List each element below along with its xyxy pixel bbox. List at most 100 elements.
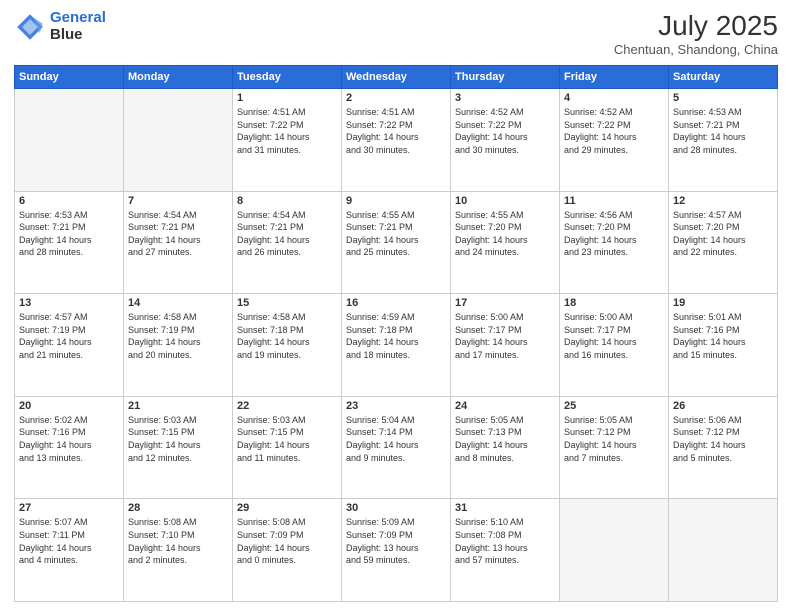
day-info: Sunrise: 5:03 AM Sunset: 7:15 PM Dayligh… [128,414,228,464]
day-number: 24 [455,400,555,412]
calendar-cell: 28 Sunrise: 5:08 AM Sunset: 7:10 PM Dayli… [124,499,233,602]
day-number: 30 [346,502,446,514]
calendar-cell: 26 Sunrise: 5:06 AM Sunset: 7:12 PM Dayli… [669,396,778,499]
day-number: 4 [564,92,664,104]
calendar-cell: 13 Sunrise: 4:57 AM Sunset: 7:19 PM Dayli… [15,294,124,397]
day-info: Sunrise: 4:55 AM Sunset: 7:21 PM Dayligh… [346,209,446,259]
day-number: 31 [455,502,555,514]
day-number: 14 [128,297,228,309]
day-number: 21 [128,400,228,412]
day-info: Sunrise: 4:55 AM Sunset: 7:20 PM Dayligh… [455,209,555,259]
day-number: 18 [564,297,664,309]
day-info: Sunrise: 4:51 AM Sunset: 7:22 PM Dayligh… [346,106,446,156]
calendar-cell: 6Sunrise: 4:53 AM Sunset: 7:21 PM Daylig… [15,191,124,294]
day-info: Sunrise: 4:58 AM Sunset: 7:18 PM Dayligh… [237,311,337,361]
calendar-cell: 27 Sunrise: 5:07 AM Sunset: 7:11 PM Dayli… [15,499,124,602]
day-info: Sunrise: 5:05 AM Sunset: 7:12 PM Dayligh… [564,414,664,464]
day-info: Sunrise: 4:54 AM Sunset: 7:21 PM Dayligh… [237,209,337,259]
day-number: 10 [455,195,555,207]
day-number: 16 [346,297,446,309]
day-number: 27 [19,502,119,514]
calendar-week-1: 6Sunrise: 4:53 AM Sunset: 7:21 PM Daylig… [15,191,778,294]
calendar-cell: 7 Sunrise: 4:54 AM Sunset: 7:21 PM Daylig… [124,191,233,294]
day-info: Sunrise: 4:51 AM Sunset: 7:22 PM Dayligh… [237,106,337,156]
calendar-cell: 31 Sunrise: 5:10 AM Sunset: 7:08 PM Dayli… [451,499,560,602]
calendar-week-4: 27 Sunrise: 5:07 AM Sunset: 7:11 PM Dayli… [15,499,778,602]
day-info: Sunrise: 5:08 AM Sunset: 7:10 PM Dayligh… [128,516,228,566]
calendar-cell: 4Sunrise: 4:52 AM Sunset: 7:22 PM Daylig… [560,89,669,192]
calendar-cell: 18 Sunrise: 5:00 AM Sunset: 7:17 PM Dayli… [560,294,669,397]
calendar-cell: 10 Sunrise: 4:55 AM Sunset: 7:20 PM Dayli… [451,191,560,294]
day-number: 19 [673,297,773,309]
day-number: 25 [564,400,664,412]
calendar-cell: 29Sunrise: 5:08 AM Sunset: 7:09 PM Dayli… [233,499,342,602]
calendar-header-saturday: Saturday [669,66,778,89]
calendar-week-0: 1 Sunrise: 4:51 AM Sunset: 7:22 PM Daylig… [15,89,778,192]
day-number: 15 [237,297,337,309]
day-number: 17 [455,297,555,309]
calendar-cell: 22 Sunrise: 5:03 AM Sunset: 7:15 PM Dayli… [233,396,342,499]
calendar-header-monday: Monday [124,66,233,89]
calendar-cell [560,499,669,602]
calendar-header-wednesday: Wednesday [342,66,451,89]
page: General Blue July 2025 Chentuan, Shandon… [0,0,792,612]
day-number: 9 [346,195,446,207]
calendar-cell: 25 Sunrise: 5:05 AM Sunset: 7:12 PM Dayli… [560,396,669,499]
day-info: Sunrise: 5:04 AM Sunset: 7:14 PM Dayligh… [346,414,446,464]
calendar-header-thursday: Thursday [451,66,560,89]
day-number: 5 [673,92,773,104]
day-number: 7 [128,195,228,207]
day-info: Sunrise: 5:03 AM Sunset: 7:15 PM Dayligh… [237,414,337,464]
calendar-cell: 20 Sunrise: 5:02 AM Sunset: 7:16 PM Dayli… [15,396,124,499]
calendar-cell: 19 Sunrise: 5:01 AM Sunset: 7:16 PM Dayli… [669,294,778,397]
calendar-cell [124,89,233,192]
calendar-week-3: 20 Sunrise: 5:02 AM Sunset: 7:16 PM Dayli… [15,396,778,499]
day-number: 28 [128,502,228,514]
day-info: Sunrise: 4:56 AM Sunset: 7:20 PM Dayligh… [564,209,664,259]
day-number: 26 [673,400,773,412]
day-info: Sunrise: 4:58 AM Sunset: 7:19 PM Dayligh… [128,311,228,361]
calendar-cell: 1 Sunrise: 4:51 AM Sunset: 7:22 PM Daylig… [233,89,342,192]
calendar-cell: 23Sunrise: 5:04 AM Sunset: 7:14 PM Dayli… [342,396,451,499]
day-info: Sunrise: 5:07 AM Sunset: 7:11 PM Dayligh… [19,516,119,566]
day-info: Sunrise: 5:02 AM Sunset: 7:16 PM Dayligh… [19,414,119,464]
calendar-header-friday: Friday [560,66,669,89]
logo-text: General Blue [50,10,106,43]
calendar-week-2: 13 Sunrise: 4:57 AM Sunset: 7:19 PM Dayli… [15,294,778,397]
day-number: 2 [346,92,446,104]
day-number: 12 [673,195,773,207]
calendar-table: SundayMondayTuesdayWednesdayThursdayFrid… [14,65,778,602]
day-info: Sunrise: 5:09 AM Sunset: 7:09 PM Dayligh… [346,516,446,566]
calendar-cell: 5Sunrise: 4:53 AM Sunset: 7:21 PM Daylig… [669,89,778,192]
logo-icon [14,11,46,43]
day-info: Sunrise: 5:08 AM Sunset: 7:09 PM Dayligh… [237,516,337,566]
calendar-cell: 16 Sunrise: 4:59 AM Sunset: 7:18 PM Dayli… [342,294,451,397]
day-info: Sunrise: 4:59 AM Sunset: 7:18 PM Dayligh… [346,311,446,361]
calendar-cell: 24Sunrise: 5:05 AM Sunset: 7:13 PM Dayli… [451,396,560,499]
day-info: Sunrise: 5:01 AM Sunset: 7:16 PM Dayligh… [673,311,773,361]
calendar-cell: 17Sunrise: 5:00 AM Sunset: 7:17 PM Dayli… [451,294,560,397]
calendar-cell: 9 Sunrise: 4:55 AM Sunset: 7:21 PM Daylig… [342,191,451,294]
month-year: July 2025 [614,10,778,42]
calendar-cell: 11Sunrise: 4:56 AM Sunset: 7:20 PM Dayli… [560,191,669,294]
day-number: 8 [237,195,337,207]
calendar-cell: 14 Sunrise: 4:58 AM Sunset: 7:19 PM Dayli… [124,294,233,397]
day-number: 1 [237,92,337,104]
day-number: 20 [19,400,119,412]
day-info: Sunrise: 4:57 AM Sunset: 7:19 PM Dayligh… [19,311,119,361]
calendar-cell: 30 Sunrise: 5:09 AM Sunset: 7:09 PM Dayli… [342,499,451,602]
day-info: Sunrise: 5:00 AM Sunset: 7:17 PM Dayligh… [564,311,664,361]
logo: General Blue [14,10,106,43]
calendar-cell: 15 Sunrise: 4:58 AM Sunset: 7:18 PM Dayli… [233,294,342,397]
day-info: Sunrise: 5:06 AM Sunset: 7:12 PM Dayligh… [673,414,773,464]
calendar-header-sunday: Sunday [15,66,124,89]
day-number: 13 [19,297,119,309]
title-block: July 2025 Chentuan, Shandong, China [614,10,778,57]
day-number: 3 [455,92,555,104]
day-info: Sunrise: 4:54 AM Sunset: 7:21 PM Dayligh… [128,209,228,259]
calendar-cell: 3Sunrise: 4:52 AM Sunset: 7:22 PM Daylig… [451,89,560,192]
day-number: 22 [237,400,337,412]
day-info: Sunrise: 5:10 AM Sunset: 7:08 PM Dayligh… [455,516,555,566]
day-info: Sunrise: 4:53 AM Sunset: 7:21 PM Dayligh… [19,209,119,259]
header: General Blue July 2025 Chentuan, Shandon… [14,10,778,57]
